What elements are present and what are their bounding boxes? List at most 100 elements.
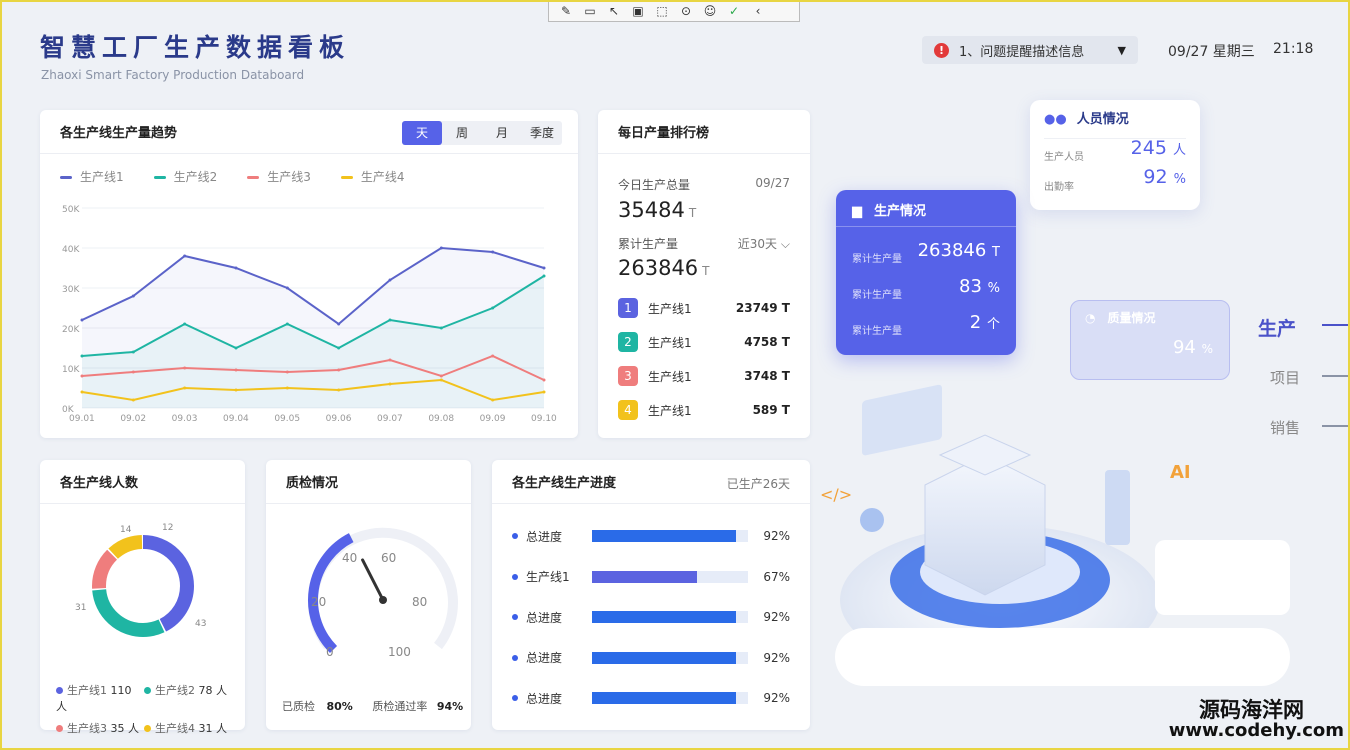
rank-number: 1 — [618, 298, 638, 318]
server-cube-top — [938, 434, 1032, 476]
date-text: 09/27 星期三 — [1168, 44, 1255, 60]
progress-name: 总进度 — [526, 610, 563, 625]
data-point — [80, 374, 84, 378]
progress-fill — [592, 530, 736, 542]
data-point — [388, 278, 392, 282]
range-select[interactable]: 近30天 ⌵ — [738, 235, 790, 252]
chevron-down-icon: ▼ — [1117, 43, 1126, 57]
rank-name: 生产线1 — [648, 369, 692, 384]
data-point — [131, 350, 135, 354]
rank-number: 3 — [618, 366, 638, 386]
quality-stats: 已质检 80% 质检通过率 94% — [282, 698, 463, 714]
data-point — [234, 368, 238, 372]
pointer-icon[interactable]: ↖ — [605, 3, 623, 19]
data-point — [183, 254, 187, 258]
gauge-tick: 40 — [342, 551, 357, 565]
x-tick-label: 09.09 — [480, 414, 506, 424]
data-point — [491, 250, 495, 254]
data-point — [131, 294, 135, 298]
value: 2 — [969, 312, 982, 333]
menu-item-sales[interactable]: 销售 — [1270, 417, 1300, 438]
data-point — [337, 322, 341, 326]
bullet — [512, 573, 518, 580]
data-point — [285, 370, 289, 374]
unit: T — [992, 245, 1000, 260]
total-value: 263846 — [618, 256, 699, 280]
progress-fill — [592, 570, 697, 583]
confirm-icon[interactable]: ✓ — [725, 3, 743, 19]
data-point — [542, 266, 546, 270]
pie-icon: ◔ — [1085, 311, 1096, 325]
attendance-value-wrap: 92 % — [1143, 166, 1186, 188]
rank-row: 2 生产线1 4758 T — [618, 332, 790, 352]
rank-number: 2 — [618, 332, 638, 352]
edit-icon[interactable]: ✎ — [557, 3, 575, 19]
watermark-url: www.codehy.com — [1168, 720, 1344, 741]
quality-float-header: ◔ 质量情况 — [1085, 309, 1156, 326]
gauge-pivot — [379, 596, 387, 604]
x-tick-label: 09.04 — [223, 414, 249, 424]
alert-icon: ! — [934, 42, 949, 58]
people-donut-chart: 14 12 31 43 — [75, 523, 206, 637]
data-point — [439, 326, 443, 330]
attendance-label: 出勤率 — [1044, 182, 1074, 193]
today-value-wrap: 35484 T — [618, 198, 696, 222]
rank-row: 4 生产线1 589 T — [618, 400, 790, 420]
gauge-tick: 100 — [388, 645, 411, 659]
progress-percent: 92% — [763, 610, 790, 624]
progress-fill — [592, 692, 736, 704]
info-placeholder — [1155, 540, 1290, 615]
collapse-icon[interactable]: ‹ — [749, 3, 767, 19]
progress-name: 总进度 — [526, 529, 563, 544]
x-tick-label: 09.05 — [274, 414, 300, 424]
x-tick-label: 09.10 — [531, 414, 557, 424]
window-select-icon[interactable]: ▣ — [629, 3, 647, 19]
server-cube — [924, 454, 1046, 596]
total-value-wrap: 263846 T — [618, 256, 710, 280]
data-point — [285, 386, 289, 390]
menu-item-production[interactable]: 生产 — [1258, 314, 1296, 341]
menu-item-project[interactable]: 项目 — [1270, 367, 1300, 388]
rank-number: 4 — [618, 400, 638, 420]
donut-label: 31 — [75, 603, 86, 613]
rank-value: 4758 T — [744, 335, 790, 349]
y-tick-label: 40K — [62, 245, 80, 255]
production-title: 生产情况 — [874, 204, 927, 219]
accessibility-icon[interactable]: ☺ — [701, 3, 719, 19]
ocr-icon[interactable]: ⊙ — [677, 3, 695, 19]
progress-row: 总进度 92% — [512, 690, 790, 706]
attendance-unit: % — [1173, 172, 1186, 187]
donut-label: 43 — [195, 619, 206, 629]
progress-track — [592, 530, 748, 542]
unit: % — [987, 281, 1000, 296]
video-icon[interactable]: ▭ — [581, 3, 599, 19]
trend-card: 各生产线生产量趋势 天 周 月 季度 生产线1 生产线2 生产线3 生产线4 0… — [40, 110, 578, 438]
x-tick-label: 09.08 — [428, 414, 454, 424]
data-point — [439, 246, 443, 250]
progress-row: 总进度 92% — [512, 609, 790, 625]
production-header: ▆ 生产情况 — [852, 200, 926, 219]
pass-label: 质检通过率 — [372, 700, 428, 713]
people-legend-item: 生产线3 35 人 — [56, 720, 144, 736]
data-point — [491, 354, 495, 358]
page-title: 智慧工厂生产数据看板 — [40, 33, 351, 62]
data-point — [131, 398, 135, 402]
data-point — [80, 318, 84, 322]
footer-placeholder — [835, 628, 1290, 686]
attendance-value: 92 — [1143, 166, 1168, 188]
menu-indicator — [1322, 375, 1350, 377]
code-icon: </> — [820, 485, 852, 504]
unit: 个 — [986, 317, 1000, 332]
alert-dropdown[interactable]: ! 1、问题提醒描述信息 ▼ — [922, 36, 1138, 64]
bullet — [512, 614, 518, 620]
production-row-value: 83 % — [959, 276, 1000, 297]
staff-card: ●● 人员情况 生产人员 245 人 出勤率 92 % — [1030, 100, 1200, 210]
glass-panel — [1105, 470, 1130, 545]
people-legend-item: 生产线2 78 人 — [144, 682, 232, 714]
chevron-down-icon: ⌵ — [780, 237, 790, 251]
legend-dot — [144, 687, 151, 694]
region-select-icon[interactable]: ⬚ — [653, 3, 671, 19]
progress-track — [592, 692, 748, 704]
production-row-label: 累计生产量 — [852, 326, 902, 337]
production-row-value: 2 个 — [970, 312, 1000, 333]
